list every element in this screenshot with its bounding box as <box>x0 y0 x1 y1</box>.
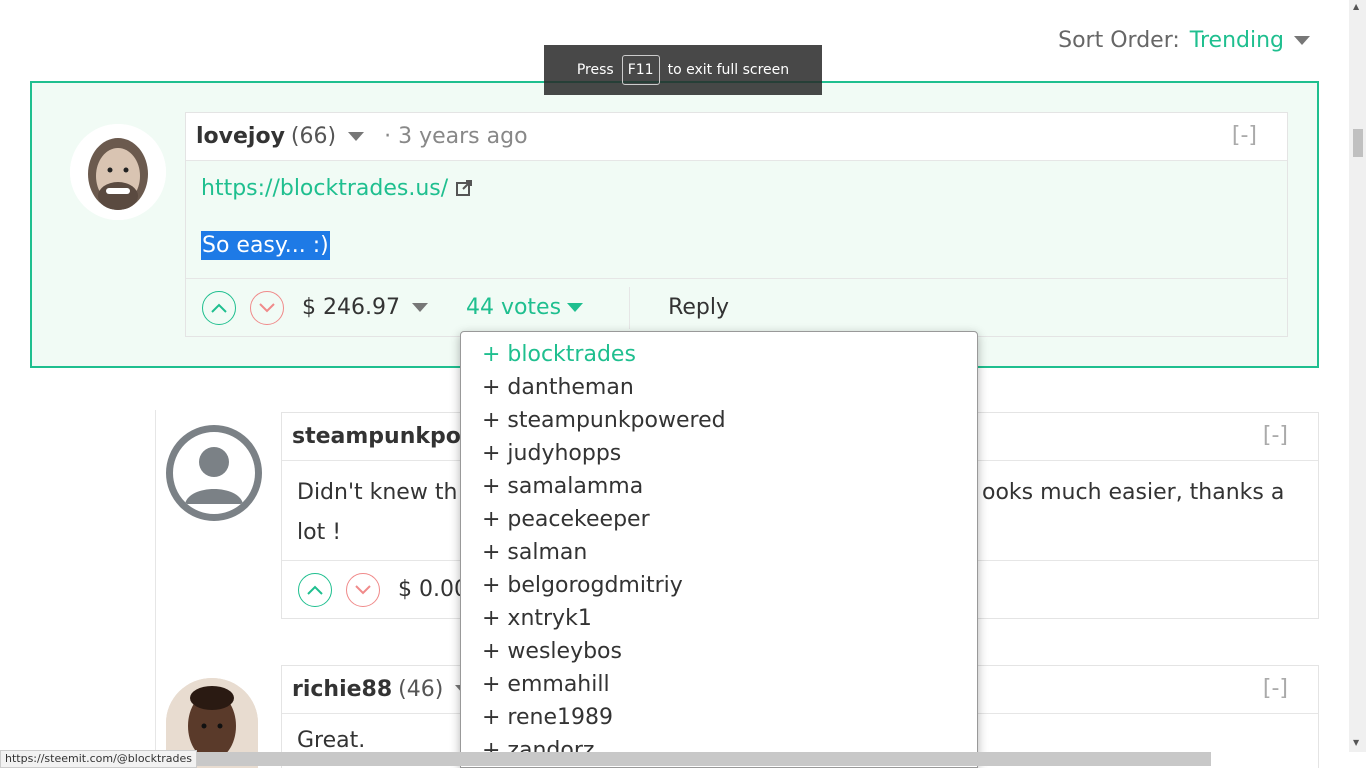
voter-item[interactable]: + salman <box>461 536 977 569</box>
upvote-button[interactable] <box>298 572 332 607</box>
thread-line <box>155 410 156 768</box>
scroll-down-icon[interactable]: ▼ <box>1353 738 1359 747</box>
voter-item[interactable]: + xntryk1 <box>461 602 977 635</box>
reply-button[interactable]: Reply <box>668 295 729 320</box>
avatar-lovejoy[interactable] <box>70 124 166 220</box>
author-reputation: (66) <box>290 124 337 149</box>
chevron-down-icon <box>567 303 584 312</box>
comment-text-right: ooks much easier, thanks a <box>982 480 1285 505</box>
notice-rest-text: to exit full screen <box>667 62 790 78</box>
votes-toggle[interactable]: 44 votes <box>465 295 584 320</box>
comment-time[interactable]: · 3 years ago <box>384 124 527 149</box>
notice-press-text: Press <box>576 62 614 78</box>
comment-body: https://blocktrades.us/ So easy... :) <box>186 161 1287 272</box>
chevron-down-icon[interactable] <box>348 132 365 141</box>
user-placeholder-icon <box>185 447 243 504</box>
chevron-down-icon <box>355 584 371 594</box>
votes-count: 44 votes <box>465 295 562 320</box>
payout-amount: $ 246.97 <box>302 295 400 320</box>
downvote-button[interactable] <box>250 290 284 325</box>
voter-item[interactable]: + judyhopps <box>461 437 977 470</box>
voter-item[interactable]: + dantheman <box>461 371 977 404</box>
upvote-button[interactable] <box>202 290 236 325</box>
comment-text-left: Didn't knew th <box>297 480 458 505</box>
horizontal-scrollbar[interactable] <box>186 752 1211 766</box>
footer-divider <box>629 286 631 329</box>
voter-item[interactable]: + peacekeeper <box>461 503 977 536</box>
chevron-up-icon <box>211 303 227 313</box>
comment-author[interactable]: richie88 <box>292 677 392 702</box>
comment-footer: $ 246.97 44 votes Reply <box>186 278 1287 336</box>
scroll-up-icon[interactable]: ▲ <box>1353 2 1359 11</box>
fullscreen-notice: Press F11 to exit full screen <box>544 45 822 95</box>
comment-author[interactable]: steampunkpow <box>292 424 481 449</box>
scrollbar-thumb[interactable] <box>1353 129 1363 157</box>
collapse-button[interactable]: [-] <box>1232 123 1257 148</box>
payout-amount: $ 0.00 <box>398 577 468 602</box>
voters-dropdown[interactable]: + blocktrades + dantheman + steampunkpower… <box>460 331 978 768</box>
collapse-button[interactable]: [-] <box>1263 676 1288 701</box>
chevron-up-icon <box>307 585 323 595</box>
payout-value[interactable]: $ 246.97 <box>302 295 428 320</box>
collapse-button[interactable]: [-] <box>1263 423 1288 448</box>
voter-item[interactable]: + wesleybos <box>461 635 977 668</box>
comment-lovejoy: lovejoy (66) · 3 years ago [-] https://b… <box>185 112 1288 337</box>
sort-order-value[interactable]: Trending <box>1190 28 1284 53</box>
avatar-steampunkpowered[interactable] <box>166 425 262 521</box>
downvote-button[interactable] <box>346 572 380 607</box>
chevron-down-icon[interactable] <box>1294 36 1310 45</box>
payout-value[interactable]: $ 0.00 <box>398 577 468 602</box>
voter-item[interactable]: + blocktrades <box>461 338 977 371</box>
comment-header: lovejoy (66) · 3 years ago <box>186 113 1287 161</box>
comment-link-text[interactable]: https://blocktrades.us/ <box>201 176 448 201</box>
comment-author[interactable]: lovejoy <box>196 124 285 149</box>
vertical-scrollbar[interactable]: ▲ ▼ <box>1349 0 1366 752</box>
status-url: https://steemit.com/@blocktrades <box>0 750 198 768</box>
sort-order-label: Sort Order: <box>1058 28 1180 53</box>
comment-text: So easy... :) <box>201 231 330 260</box>
notice-key: F11 <box>621 55 660 85</box>
author-reputation: (46) <box>398 677 444 702</box>
voter-item[interactable]: + emmahill <box>461 668 977 701</box>
chevron-down-icon[interactable] <box>411 303 428 312</box>
voter-item[interactable]: + belgorogdmitriy <box>461 569 977 602</box>
external-link-icon <box>456 180 473 196</box>
comment-link[interactable]: https://blocktrades.us/ <box>201 173 1272 203</box>
chevron-down-icon <box>259 302 275 312</box>
voter-item[interactable]: + rene1989 <box>461 701 977 734</box>
sort-order[interactable]: Sort Order: Trending <box>1058 28 1310 53</box>
voter-item[interactable]: + samalamma <box>461 470 977 503</box>
voter-item[interactable]: + steampunkpowered <box>461 404 977 437</box>
avatar-face-icon <box>70 124 166 220</box>
